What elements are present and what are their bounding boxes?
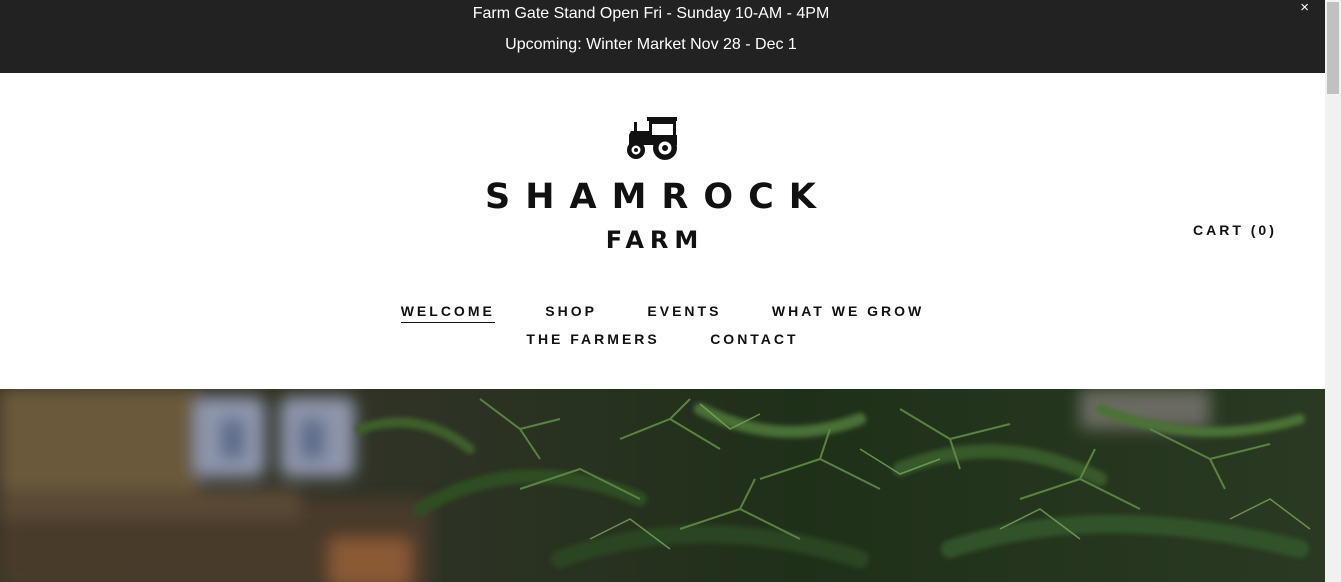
logo-text-farm[interactable]: FARM bbox=[552, 225, 752, 255]
close-icon[interactable]: × bbox=[1300, 0, 1309, 16]
page: Farm Gate Stand Open Fri - Sunday 10-AM … bbox=[0, 0, 1341, 582]
hero-image bbox=[0, 389, 1325, 582]
announcement-line-market[interactable]: Upcoming: Winter Market Nov 28 - Dec 1 bbox=[0, 35, 1302, 55]
announcement-line-hours[interactable]: Farm Gate Stand Open Fri - Sunday 10-AM … bbox=[0, 4, 1302, 24]
page-scrollbar[interactable] bbox=[1325, 0, 1341, 582]
announcement-bar: Farm Gate Stand Open Fri - Sunday 10-AM … bbox=[0, 0, 1325, 73]
main-nav-row-2: THE FARMERS CONTACT bbox=[0, 331, 1325, 350]
nav-item-welcome[interactable]: WELCOME bbox=[400, 303, 495, 323]
cart-link[interactable]: CART (0) bbox=[1193, 222, 1277, 238]
logo-text-shamrock[interactable]: SHAMROCK bbox=[470, 175, 830, 219]
site-header: SHAMROCK FARM CART (0) WELCOME SHOP EVEN… bbox=[0, 73, 1325, 389]
nav-item-events[interactable]: EVENTS bbox=[647, 303, 721, 322]
nav-item-the-farmers[interactable]: THE FARMERS bbox=[526, 331, 659, 350]
nav-item-what-we-grow[interactable]: WHAT WE GROW bbox=[772, 303, 924, 322]
hero-photo-carrot-greens bbox=[0, 389, 1325, 582]
tractor-icon[interactable] bbox=[625, 115, 679, 161]
scrollbar-thumb[interactable] bbox=[1327, 2, 1339, 94]
nav-item-shop[interactable]: SHOP bbox=[545, 303, 597, 322]
main-nav-row-1: WELCOME SHOP EVENTS WHAT WE GROW bbox=[0, 303, 1325, 323]
nav-item-contact[interactable]: CONTACT bbox=[710, 331, 798, 350]
